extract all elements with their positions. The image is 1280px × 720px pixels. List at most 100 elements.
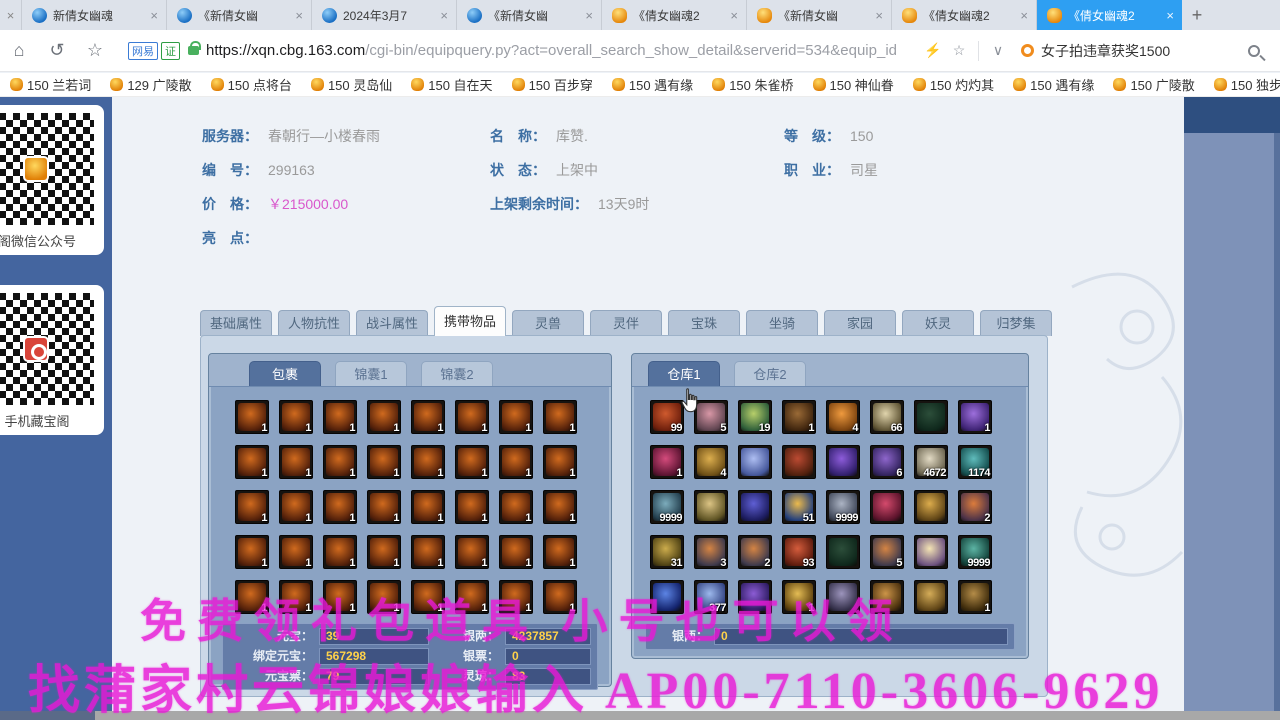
item-cell[interactable] [782,445,816,479]
item-cell[interactable]: 1 [499,445,533,479]
item-cell[interactable]: 4 [694,445,728,479]
item-cell[interactable]: 2 [738,535,772,569]
bookmark-item[interactable]: 150 遇有缘 [1013,75,1094,94]
item-cell[interactable]: 9999 [958,535,992,569]
item-cell[interactable]: 1 [543,445,577,479]
detail-tab[interactable]: 宝珠 [668,310,740,336]
bookmark-item[interactable]: 150 灼灼其 [912,75,994,94]
item-cell[interactable]: 1 [411,445,445,479]
item-cell[interactable]: 6 [870,445,904,479]
item-cell[interactable]: 1 [235,490,269,524]
item-cell[interactable]: 4 [826,400,860,434]
detail-tab[interactable]: 携带物品 [434,306,506,336]
item-cell[interactable] [826,535,860,569]
item-cell[interactable]: 1 [235,400,269,434]
item-cell[interactable]: 1174 [958,445,992,479]
item-cell[interactable] [870,490,904,524]
detail-tab[interactable]: 妖灵 [902,310,974,336]
subpanel-tab[interactable]: 仓库2 [734,361,806,386]
item-cell[interactable]: 1 [411,400,445,434]
item-cell[interactable]: 377 [694,580,728,614]
item-cell[interactable]: 1 [958,400,992,434]
bookmark-item[interactable]: 150 兰若词 [10,75,91,94]
chevron-down-icon[interactable]: ∨ [985,42,1011,59]
item-cell[interactable]: 1 [367,580,401,614]
detail-tab[interactable]: 坐骑 [746,310,818,336]
item-cell[interactable]: 51 [782,490,816,524]
item-cell[interactable]: 3 [694,535,728,569]
item-cell[interactable]: 93 [782,535,816,569]
detail-tab[interactable]: 灵兽 [512,310,584,336]
bookmark-star-icon[interactable]: ☆ [76,40,114,61]
bookmark-item[interactable]: 150 神仙眷 [812,75,894,94]
url-field[interactable]: 网易 证 https://xqn.cbg.163.com/cgi-bin/equ… [120,36,920,66]
item-cell[interactable]: 1 [279,400,313,434]
subpanel-tab[interactable]: 锦囊1 [335,361,407,386]
detail-tab[interactable]: 战斗属性 [356,310,428,336]
item-cell[interactable]: 1 [235,580,269,614]
item-cell[interactable] [826,580,860,614]
tab-close-icon[interactable]: × [583,8,595,23]
subpanel-tab[interactable]: 仓库1 [648,361,720,386]
lightning-icon[interactable]: ⚡ [920,42,946,59]
bookmark-item[interactable]: 150 遇有缘 [611,75,693,94]
item-cell[interactable]: 1 [235,445,269,479]
item-cell[interactable] [738,580,772,614]
item-cell[interactable]: 1 [367,400,401,434]
item-cell[interactable]: 9999 [650,490,684,524]
item-cell[interactable]: 1 [367,490,401,524]
item-cell[interactable]: 1 [543,490,577,524]
item-cell[interactable]: 1 [323,445,357,479]
home-icon[interactable]: ⌂ [0,40,38,61]
item-cell[interactable] [826,445,860,479]
item-cell[interactable]: 1 [279,490,313,524]
bookmark-item[interactable]: 150 自在天 [411,75,493,94]
item-cell[interactable]: 1 [499,535,533,569]
subpanel-tab[interactable]: 锦囊2 [421,361,493,386]
item-cell[interactable]: 1 [411,490,445,524]
item-cell[interactable]: 1 [367,535,401,569]
browser-tab[interactable]: 《新倩女幽 × [167,0,312,30]
item-cell[interactable]: 1 [235,535,269,569]
search-input[interactable]: 女子拍违章获奖1500 [1011,36,1280,66]
item-cell[interactable]: 19 [738,400,772,434]
tab-close-icon[interactable]: × [293,8,305,23]
subpanel-tab[interactable]: 包裹 [249,361,321,386]
item-cell[interactable]: 1 [323,400,357,434]
item-cell[interactable]: 9999 [826,490,860,524]
detail-tab[interactable]: 家园 [824,310,896,336]
bookmark-item[interactable]: 150 百步穿 [511,75,593,94]
item-cell[interactable]: 1 [455,490,489,524]
item-cell[interactable]: 1 [323,535,357,569]
item-cell[interactable] [650,580,684,614]
tab-close-icon[interactable]: × [0,0,22,30]
detail-tab[interactable]: 人物抗性 [278,310,350,336]
tab-close-icon[interactable]: × [438,8,450,23]
item-cell[interactable] [914,400,948,434]
item-cell[interactable]: 1 [455,400,489,434]
item-cell[interactable]: 2 [958,490,992,524]
item-cell[interactable]: 1 [455,535,489,569]
item-cell[interactable] [694,490,728,524]
tab-close-icon[interactable]: × [728,8,740,23]
new-tab-button[interactable]: + [1182,0,1212,30]
item-cell[interactable]: 1 [650,445,684,479]
detail-tab[interactable]: 基础属性 [200,310,272,336]
bookmark-item[interactable]: 150 点将台 [210,75,292,94]
item-cell[interactable]: 1 [411,580,445,614]
tab-close-icon[interactable]: × [1018,8,1030,23]
item-cell[interactable]: 1 [543,400,577,434]
item-cell[interactable]: 1 [543,580,577,614]
browser-tab[interactable]: 2024年3月7 × [312,0,457,30]
item-cell[interactable]: 66 [870,400,904,434]
item-cell[interactable]: 31 [650,535,684,569]
browser-tab[interactable]: 《倩女幽魂2 × [602,0,747,30]
item-cell[interactable]: 1 [499,400,533,434]
tab-close-icon[interactable]: × [1164,8,1176,23]
browser-tab[interactable]: 《新倩女幽 × [457,0,602,30]
item-cell[interactable]: 1 [543,535,577,569]
bookmark-item[interactable]: 150 广陵散 [1113,75,1195,94]
item-cell[interactable]: 1 [782,400,816,434]
item-cell[interactable] [914,535,948,569]
browser-tab[interactable]: 新倩女幽魂 × [22,0,167,30]
